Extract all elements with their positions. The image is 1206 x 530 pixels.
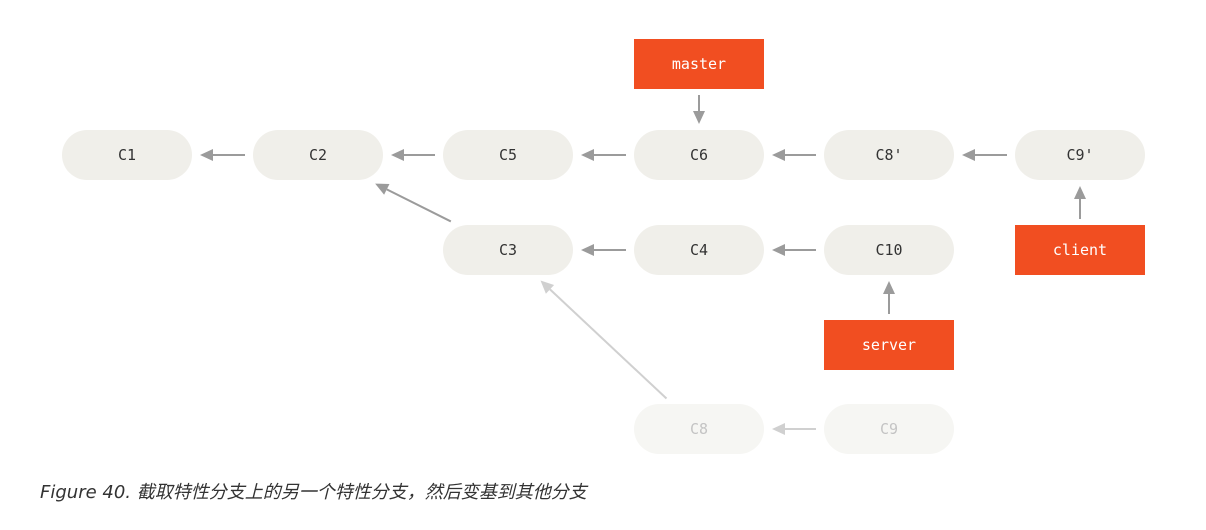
ref-edge-master-head xyxy=(693,111,705,124)
branch-ref-server: server xyxy=(824,320,954,370)
commit-node-label: C8' xyxy=(875,146,902,164)
branch-ref-label: server xyxy=(862,336,916,354)
commit-node-label: C8 xyxy=(690,420,708,438)
commit-node-c1: C1 xyxy=(62,130,192,180)
edge-c5-to-c2-head xyxy=(391,149,404,161)
commit-node-c9: C9 xyxy=(824,404,954,454)
commit-node-c5: C5 xyxy=(443,130,573,180)
edge-c10-to-c4-head xyxy=(772,244,785,256)
branch-ref-client: client xyxy=(1015,225,1145,275)
commit-node-label: C4 xyxy=(690,241,708,259)
commit-graph: C1 C2 C5 C6 C8' C9' C3 C4 C10 C8 C9 master client se… xyxy=(62,39,1145,454)
edge-c9-to-c8-head xyxy=(772,423,785,435)
branch-ref-label: client xyxy=(1053,241,1107,259)
edge-c4-to-c3-head xyxy=(581,244,594,256)
branch-ref-label: master xyxy=(672,55,726,73)
commit-node-label: C9 xyxy=(880,420,898,438)
commit-node-c10: C10 xyxy=(824,225,954,275)
commit-node-label: C10 xyxy=(875,241,902,259)
nodes-layer: C1 C2 C5 C6 C8' C9' C3 C4 C10 C8 C9 xyxy=(62,130,1145,454)
figure-caption: Figure 40. 截取特性分支上的另一个特性分支，然后变基到其他分支 xyxy=(40,482,587,503)
edge-c6-to-c5-head xyxy=(581,149,594,161)
refs-layer: master client server xyxy=(634,39,1145,370)
commit-node-c2: C2 xyxy=(253,130,383,180)
ref-edge-client-head xyxy=(1074,186,1086,199)
commit-node-label: C3 xyxy=(499,241,517,259)
commit-node-label: C6 xyxy=(690,146,708,164)
commit-node-c9p: C9' xyxy=(1015,130,1145,180)
commit-node-c8p: C8' xyxy=(824,130,954,180)
edge-c8-to-c3 xyxy=(549,288,668,400)
commit-node-c4: C4 xyxy=(634,225,764,275)
commit-node-label: C1 xyxy=(118,146,136,164)
edge-c3-to-c2 xyxy=(386,188,452,223)
commit-node-c6: C6 xyxy=(634,130,764,180)
edge-c8p-to-c6-head xyxy=(772,149,785,161)
edge-c2-to-c1-head xyxy=(200,149,213,161)
commit-node-label: C9' xyxy=(1066,146,1093,164)
branch-ref-master: master xyxy=(634,39,764,89)
commit-node-c3: C3 xyxy=(443,225,573,275)
ref-edge-server-head xyxy=(883,281,895,294)
commit-node-c8: C8 xyxy=(634,404,764,454)
edge-c9p-to-c8p-head xyxy=(962,149,975,161)
commit-node-label: C2 xyxy=(309,146,327,164)
commit-node-label: C5 xyxy=(499,146,517,164)
